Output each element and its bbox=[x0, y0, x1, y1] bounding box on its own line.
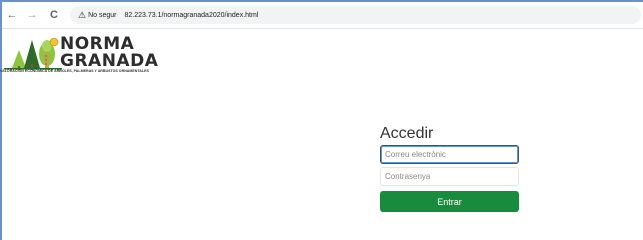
password-field[interactable] bbox=[380, 167, 519, 186]
reload-icon[interactable]: C bbox=[46, 7, 62, 23]
forward-arrow-icon[interactable]: → bbox=[24, 7, 40, 23]
url-text[interactable]: 82.223.73.1/normagranada2020/index.html bbox=[124, 12, 258, 19]
email-field[interactable] bbox=[380, 145, 519, 164]
address-bar[interactable]: ⚠ No segur 82.223.73.1/normagranada2020/… bbox=[70, 6, 641, 24]
browser-toolbar: ← → C ⚠ No segur 82.223.73.1/normagranad… bbox=[2, 2, 643, 29]
logo-word-granada: GRANADA bbox=[60, 51, 159, 71]
back-arrow-icon[interactable]: ← bbox=[4, 7, 20, 23]
security-label[interactable]: No segur bbox=[88, 12, 116, 19]
warning-icon[interactable]: ⚠ bbox=[78, 10, 86, 20]
login-button[interactable]: Entrar bbox=[380, 191, 519, 212]
login-title: Accedir bbox=[380, 125, 434, 142]
logo-tagline: VALORACIÓN ECONÓMICA DE ÁRBOLES, PALMERA… bbox=[0, 69, 149, 73]
